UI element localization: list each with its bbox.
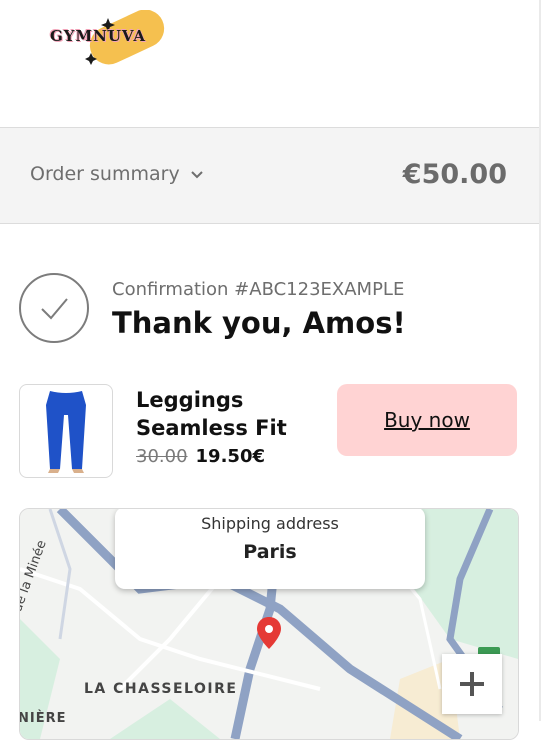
- site-header: GYMNUVA: [0, 0, 541, 128]
- gymnuva-logo[interactable]: GYMNUVA: [46, 9, 168, 68]
- order-total: €50.00: [402, 159, 507, 190]
- plus-icon: [460, 672, 484, 696]
- pin-marker: [257, 617, 281, 649]
- leggings-image: [46, 391, 86, 473]
- order-summary-toggle[interactable]: Order summary: [30, 163, 204, 185]
- price-row: 30.00 19.50€: [136, 446, 265, 467]
- checkmark-circle-icon: [19, 273, 89, 343]
- sale-price: 19.50€: [195, 446, 265, 467]
- shipping-address-label: Shipping address: [201, 514, 339, 533]
- product-image[interactable]: [19, 384, 113, 478]
- chevron-down-icon: [190, 171, 203, 179]
- shipping-map[interactable]: de la Minée LA CHASSELOIRE NIÈRE Shippin…: [19, 508, 519, 740]
- thank-you-heading: Thank you, Amos!: [112, 306, 406, 340]
- confirmation-number: Confirmation #ABC123EXAMPLE: [112, 279, 405, 300]
- order-summary-label: Order summary: [30, 163, 180, 185]
- buy-now-button[interactable]: Buy now: [337, 384, 517, 456]
- order-summary-bar: Order summary €50.00: [0, 127, 539, 224]
- product-name: Leggings Seamless Fit: [136, 388, 287, 440]
- zoom-in-button[interactable]: [442, 654, 502, 714]
- shipping-address-card: Shipping address Paris: [115, 509, 425, 589]
- logo-text: GYMNUVA: [50, 27, 147, 45]
- shipping-city: Paris: [243, 541, 297, 563]
- original-price: 30.00: [136, 446, 188, 467]
- map-label-chasseloire: LA CHASSELOIRE: [84, 681, 238, 697]
- checkmark-icon: [41, 298, 68, 320]
- map-pin-icon[interactable]: [256, 616, 282, 654]
- map-label-niere: NIÈRE: [19, 711, 67, 726]
